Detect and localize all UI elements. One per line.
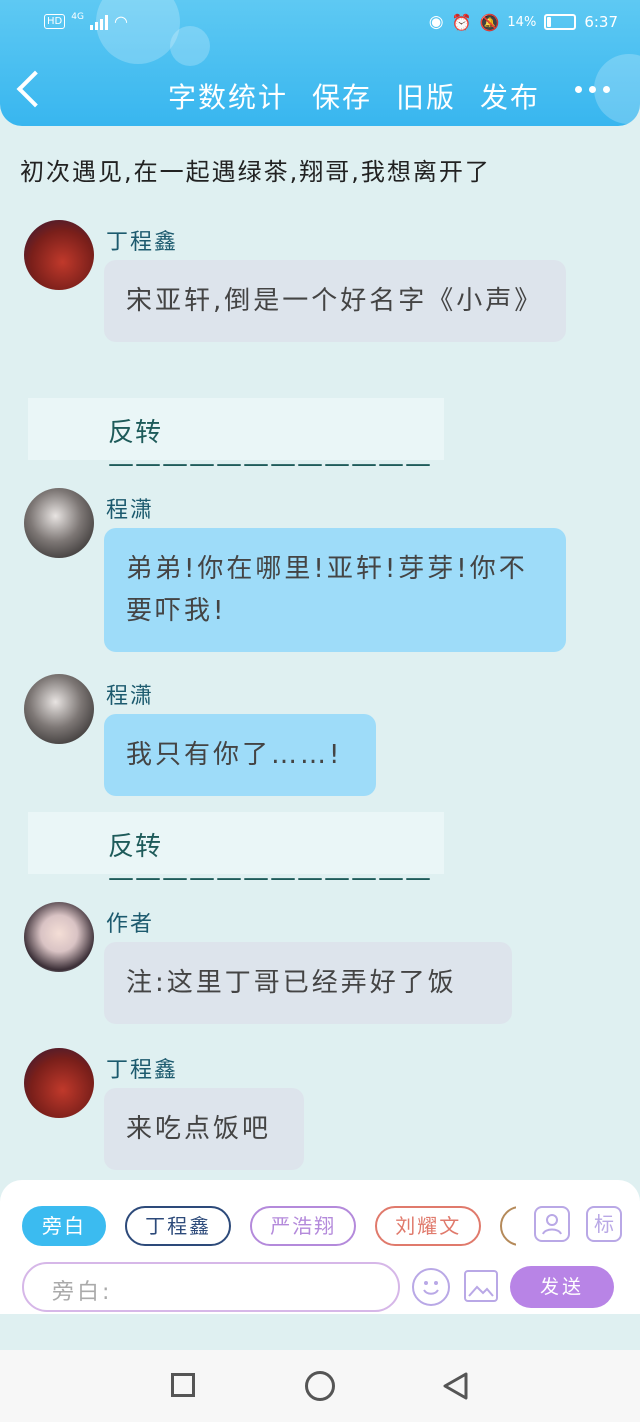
old-version-button[interactable]: 旧版 <box>396 76 456 116</box>
chip-character[interactable]: 严浩翔 <box>250 1206 357 1246</box>
hd-badge: HD <box>44 14 66 29</box>
eye-icon: ◉ <box>428 12 444 32</box>
speaker-name: 丁程鑫 <box>106 230 179 255</box>
status-bar: HD 4G ◠ ◉ ⏰ 🔕 14% 6:37 <box>0 0 640 46</box>
chip-character[interactable]: 宋亚 <box>500 1206 516 1246</box>
character-chips: 旁白 丁程鑫 严浩翔 刘耀文 宋亚 <box>22 1206 516 1248</box>
narration-block[interactable]: 反转———————————— <box>28 812 444 893</box>
message-input[interactable]: 旁白: <box>22 1262 400 1312</box>
recent-apps-button[interactable] <box>171 1373 195 1397</box>
composer-spacer <box>0 1314 640 1350</box>
chip-narrator[interactable]: 旁白 <box>22 1206 106 1246</box>
message-bubble[interactable]: 弟弟!你在哪里!亚轩!芽芽!你不要吓我! <box>104 528 566 652</box>
avatar[interactable] <box>24 902 94 972</box>
mute-icon: 🔕 <box>479 12 500 32</box>
signal-icon <box>89 14 108 30</box>
system-nav-bar <box>0 1350 640 1422</box>
message-bubble[interactable]: 宋亚轩,倒是一个好名字《小声》 <box>104 260 566 342</box>
narration-block[interactable]: 反转———————————— <box>28 398 444 479</box>
toolbar: 字数统计 保存 旧版 发布 <box>168 76 540 116</box>
battery-fill <box>547 17 551 27</box>
add-character-icon[interactable] <box>534 1206 570 1242</box>
speaker-name: 作者 <box>106 912 155 937</box>
home-button[interactable] <box>305 1371 335 1401</box>
message-bubble[interactable]: 注:这里丁哥已经弄好了饭 <box>104 942 512 1024</box>
avatar[interactable] <box>24 220 94 290</box>
word-count-button[interactable]: 字数统计 <box>168 76 288 116</box>
speaker-name: 丁程鑫 <box>106 1058 179 1083</box>
message-bubble[interactable]: 我只有你了……! <box>104 714 376 796</box>
app-header: HD 4G ◠ ◉ ⏰ 🔕 14% 6:37 字数统计 保存 旧版 发布 <box>0 0 640 126</box>
speaker-name: 程潇 <box>106 498 155 523</box>
story-title: 初次遇见,在一起遇绿茶,翔哥,我想离开了 <box>20 158 491 186</box>
battery-icon <box>544 14 577 30</box>
wifi-icon: ◠ <box>113 12 128 31</box>
avatar[interactable] <box>24 1048 94 1118</box>
image-icon[interactable] <box>464 1270 498 1302</box>
back-button[interactable] <box>16 70 54 108</box>
chip-character[interactable]: 刘耀文 <box>375 1206 482 1246</box>
back-triangle-icon[interactable] <box>440 1370 470 1402</box>
composer-panel: 旁白 丁程鑫 严浩翔 刘耀文 宋亚 标 旁白: 发送 <box>0 1180 640 1314</box>
send-button[interactable]: 发送 <box>510 1266 614 1308</box>
message-bubble[interactable]: 来吃点饭吧 <box>104 1088 304 1170</box>
avatar[interactable] <box>24 488 94 558</box>
more-icon[interactable] <box>575 86 610 93</box>
publish-button[interactable]: 发布 <box>480 76 540 116</box>
emoji-icon[interactable] <box>412 1268 450 1306</box>
avatar[interactable] <box>24 674 94 744</box>
clock: 6:37 <box>584 13 618 31</box>
battery-percent: 14% <box>507 14 537 30</box>
save-button[interactable]: 保存 <box>312 76 372 116</box>
network-label: 4G <box>71 11 84 22</box>
alarm-icon: ⏰ <box>451 12 472 32</box>
speaker-name: 程潇 <box>106 684 155 709</box>
tag-button[interactable]: 标 <box>586 1206 622 1242</box>
chip-character[interactable]: 丁程鑫 <box>125 1206 232 1246</box>
